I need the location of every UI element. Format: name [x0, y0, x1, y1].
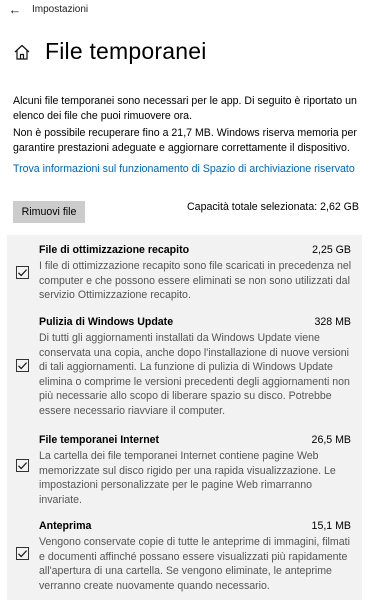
home-icon — [14, 44, 30, 60]
item-description: Di tutti gli aggiornamenti installati da… — [39, 332, 350, 417]
item-size: 15,1 MB — [311, 520, 351, 532]
temp-files-list: File di ottimizzazione recapito 2,25 GB … — [7, 235, 362, 600]
item-description: I file di ottimizzazione recapito sono f… — [39, 260, 352, 302]
page-title: File temporanei — [45, 38, 207, 64]
back-button[interactable]: ← — [0, 0, 30, 18]
item-title: Anteprima — [39, 520, 92, 532]
item-checkbox[interactable] — [16, 266, 29, 279]
checkmark-icon — [18, 550, 28, 558]
reserved-storage-paragraph: Non è possibile recuperare fino a 21,7 M… — [13, 127, 357, 154]
remove-files-button[interactable]: Rimuovi file — [13, 201, 85, 223]
back-arrow-icon: ← — [8, 1, 22, 17]
intro-paragraph: Alcuni file temporanei sono necessari pe… — [13, 95, 357, 122]
item-description: La cartella dei file temporanei Internet… — [39, 450, 336, 506]
checkmark-icon — [18, 362, 28, 370]
checkmark-icon — [18, 462, 28, 470]
page-header: File temporanei — [13, 38, 207, 65]
item-checkbox[interactable] — [16, 547, 29, 560]
item-size: 2,25 GB — [312, 244, 351, 256]
item-checkbox[interactable] — [16, 459, 29, 472]
title-bar: ← Impostazioni — [0, 0, 377, 18]
item-title: File di ottimizzazione recapito — [39, 244, 190, 256]
item-title: File temporanei Internet — [39, 434, 160, 446]
checkmark-icon — [18, 269, 28, 277]
item-size: 328 MB — [314, 316, 351, 328]
item-title: Pulizia di Windows Update — [39, 316, 174, 328]
item-size: 26,5 MB — [311, 434, 351, 446]
item-checkbox[interactable] — [16, 359, 29, 372]
total-selected-label: Capacità totale selezionata: 2,62 GB — [187, 201, 359, 213]
reserved-storage-link[interactable]: Trova informazioni sul funzionamento di … — [13, 163, 355, 175]
item-description: Vengono conservate copie di tutte le ant… — [39, 536, 350, 592]
app-title: Impostazioni — [32, 3, 89, 15]
